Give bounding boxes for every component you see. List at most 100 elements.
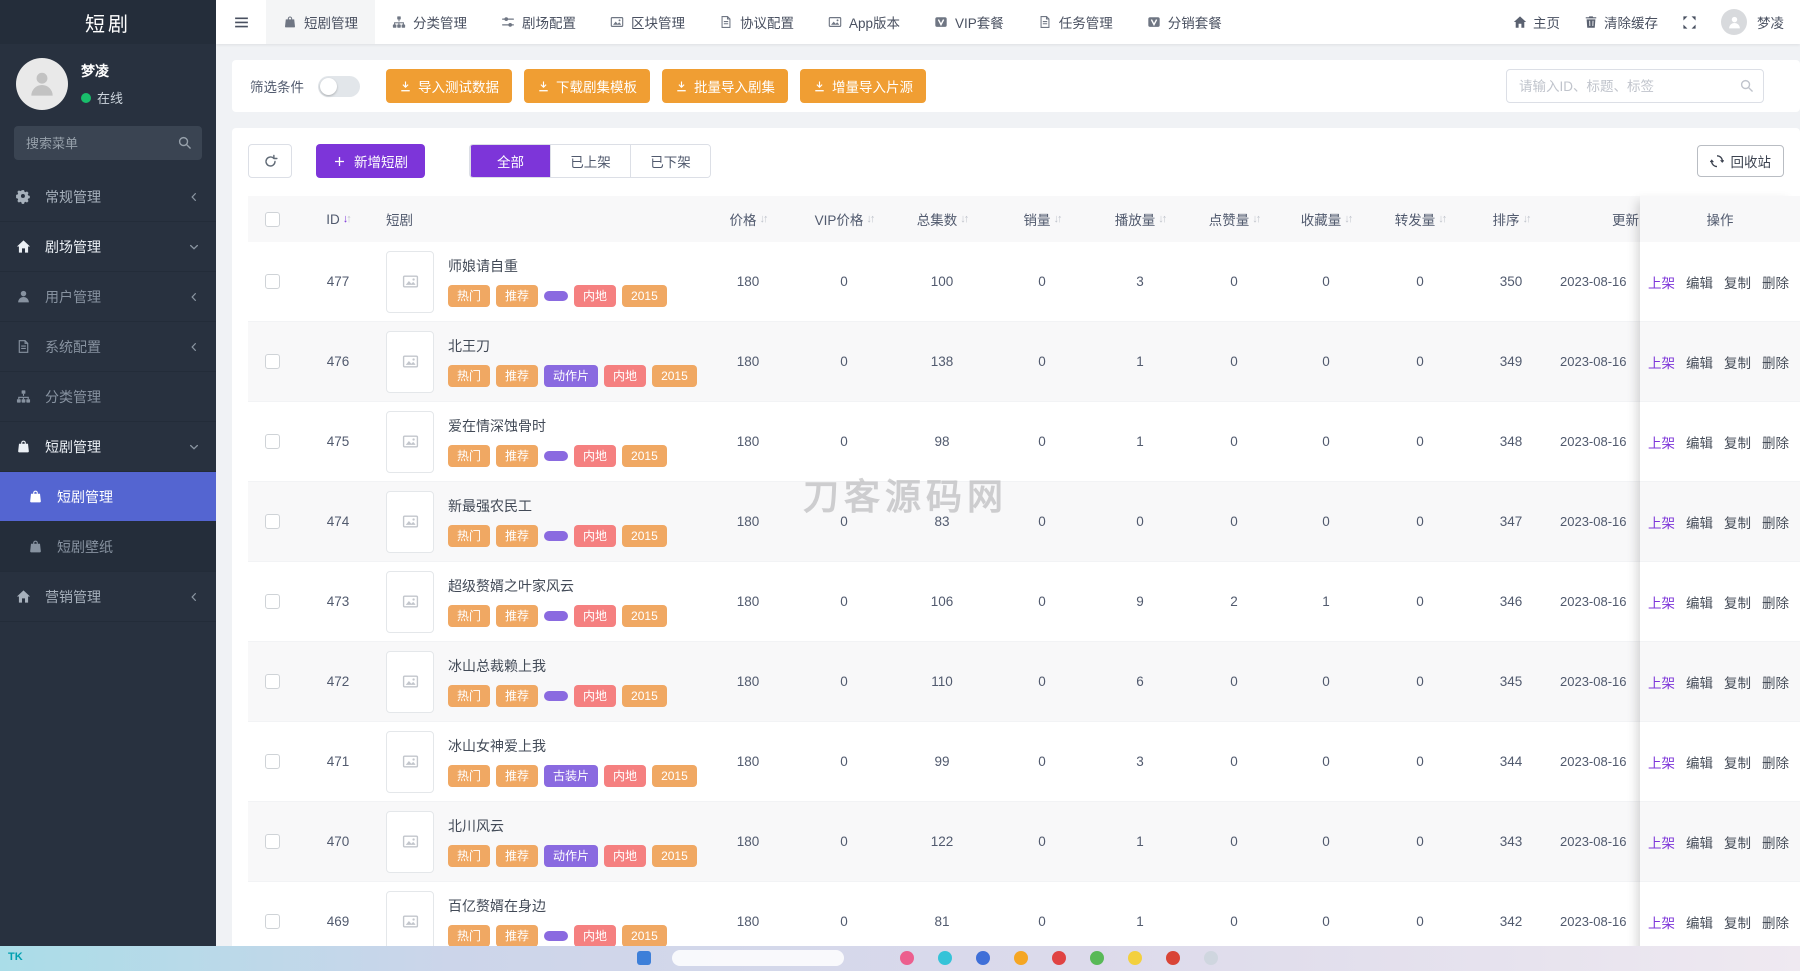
copy-link[interactable]: 复制: [1724, 272, 1751, 292]
nav-tab[interactable]: VIP套餐: [917, 0, 1021, 44]
dock-app-icon[interactable]: [976, 951, 990, 965]
sidebar-menu-item[interactable]: 用户管理: [0, 272, 216, 322]
sort-icons[interactable]: ↓↑: [1158, 213, 1165, 225]
sidebar-menu-item[interactable]: 常规管理: [0, 172, 216, 222]
delete-link[interactable]: 删除: [1762, 592, 1789, 612]
copy-link[interactable]: 复制: [1724, 512, 1751, 532]
publish-link[interactable]: 上架: [1648, 912, 1675, 932]
sidebar-menu-item[interactable]: 短剧管理: [0, 422, 216, 472]
row-checkbox[interactable]: [265, 274, 280, 289]
edit-link[interactable]: 编辑: [1686, 672, 1713, 692]
sort-icons[interactable]: ↓↑: [760, 213, 767, 225]
delete-link[interactable]: 删除: [1762, 912, 1789, 932]
delete-link[interactable]: 删除: [1762, 752, 1789, 772]
publish-link[interactable]: 上架: [1648, 512, 1675, 532]
sort-icons[interactable]: ↓↑: [343, 213, 350, 225]
nav-tab[interactable]: 剧场配置: [484, 0, 593, 44]
row-checkbox[interactable]: [265, 674, 280, 689]
row-checkbox[interactable]: [265, 834, 280, 849]
nav-tab[interactable]: 分销套餐: [1130, 0, 1239, 44]
publish-link[interactable]: 上架: [1648, 592, 1675, 612]
nav-tab[interactable]: App版本: [811, 0, 917, 44]
hamburger-icon[interactable]: [216, 0, 266, 44]
row-checkbox[interactable]: [265, 514, 280, 529]
delete-link[interactable]: 删除: [1762, 272, 1789, 292]
copy-link[interactable]: 复制: [1724, 752, 1751, 772]
sort-icons[interactable]: ↓↑: [1344, 213, 1351, 225]
sidebar-menu-item[interactable]: 营销管理: [0, 572, 216, 622]
copy-link[interactable]: 复制: [1724, 592, 1751, 612]
home-link[interactable]: 主页: [1513, 12, 1560, 32]
dock-app-icon[interactable]: [938, 951, 952, 965]
import-button[interactable]: 导入测试数据: [386, 69, 512, 103]
drama-thumbnail[interactable]: [386, 251, 434, 313]
delete-link[interactable]: 删除: [1762, 432, 1789, 452]
row-checkbox[interactable]: [265, 354, 280, 369]
edit-link[interactable]: 编辑: [1686, 432, 1713, 452]
sidebar-menu-item[interactable]: 短剧壁纸: [0, 522, 216, 572]
status-filter-tab[interactable]: 全部: [470, 145, 550, 177]
edit-link[interactable]: 编辑: [1686, 832, 1713, 852]
dock-app-icon[interactable]: [1204, 951, 1218, 965]
recycle-bin-button[interactable]: 回收站: [1697, 145, 1785, 177]
drama-thumbnail[interactable]: [386, 811, 434, 873]
drama-thumbnail[interactable]: [386, 891, 434, 953]
delete-link[interactable]: 删除: [1762, 512, 1789, 532]
publish-link[interactable]: 上架: [1648, 352, 1675, 372]
clear-cache-link[interactable]: 清除缓存: [1584, 12, 1658, 32]
fullscreen-icon[interactable]: [1682, 15, 1697, 30]
row-checkbox[interactable]: [265, 434, 280, 449]
sort-icons[interactable]: ↓↑: [1054, 213, 1061, 225]
sort-icons[interactable]: ↓↑: [960, 213, 967, 225]
import-button[interactable]: 下载剧集模板: [524, 69, 650, 103]
status-filter-tab[interactable]: 已上架: [550, 145, 630, 177]
edit-link[interactable]: 编辑: [1686, 272, 1713, 292]
drama-thumbnail[interactable]: [386, 331, 434, 393]
edit-link[interactable]: 编辑: [1686, 912, 1713, 932]
copy-link[interactable]: 复制: [1724, 912, 1751, 932]
refresh-button[interactable]: [248, 144, 292, 178]
select-all-checkbox[interactable]: [265, 212, 280, 227]
dock-app-icon[interactable]: [1128, 951, 1142, 965]
drama-thumbnail[interactable]: [386, 651, 434, 713]
sort-icons[interactable]: ↓↑: [1523, 213, 1530, 225]
publish-link[interactable]: 上架: [1648, 432, 1675, 452]
sidebar-menu-item[interactable]: 剧场管理: [0, 222, 216, 272]
table-search-input[interactable]: [1506, 69, 1764, 103]
copy-link[interactable]: 复制: [1724, 432, 1751, 452]
copy-link[interactable]: 复制: [1724, 352, 1751, 372]
sidebar-menu-item[interactable]: 短剧管理: [0, 472, 216, 522]
sidebar-menu-item[interactable]: 系统配置: [0, 322, 216, 372]
dock-app-icon[interactable]: [1090, 951, 1104, 965]
delete-link[interactable]: 删除: [1762, 672, 1789, 692]
edit-link[interactable]: 编辑: [1686, 752, 1713, 772]
drama-thumbnail[interactable]: [386, 411, 434, 473]
import-button[interactable]: 增量导入片源: [800, 69, 926, 103]
edit-link[interactable]: 编辑: [1686, 512, 1713, 532]
dock-app-icon[interactable]: [1052, 951, 1066, 965]
sort-icons[interactable]: ↓↑: [1438, 213, 1445, 225]
copy-link[interactable]: 复制: [1724, 672, 1751, 692]
filter-toggle[interactable]: [318, 76, 360, 97]
drama-thumbnail[interactable]: [386, 491, 434, 553]
dock-app-icon[interactable]: [900, 951, 914, 965]
status-filter-tab[interactable]: 已下架: [630, 145, 710, 177]
delete-link[interactable]: 删除: [1762, 832, 1789, 852]
nav-tab[interactable]: 短剧管理: [266, 0, 375, 44]
edit-link[interactable]: 编辑: [1686, 352, 1713, 372]
sort-icons[interactable]: ↓↑: [1252, 213, 1259, 225]
edit-link[interactable]: 编辑: [1686, 592, 1713, 612]
publish-link[interactable]: 上架: [1648, 672, 1675, 692]
sort-icons[interactable]: ↓↑: [866, 213, 873, 225]
add-drama-button[interactable]: 新增短剧: [316, 144, 425, 178]
publish-link[interactable]: 上架: [1648, 752, 1675, 772]
nav-tab[interactable]: 区块管理: [593, 0, 702, 44]
row-checkbox[interactable]: [265, 594, 280, 609]
delete-link[interactable]: 删除: [1762, 352, 1789, 372]
sidebar-menu-item[interactable]: 分类管理: [0, 372, 216, 422]
publish-link[interactable]: 上架: [1648, 272, 1675, 292]
dock-app-icon[interactable]: [1014, 951, 1028, 965]
dock-app-icon[interactable]: [1166, 951, 1180, 965]
row-checkbox[interactable]: [265, 754, 280, 769]
dock-app-icon[interactable]: [637, 951, 651, 965]
